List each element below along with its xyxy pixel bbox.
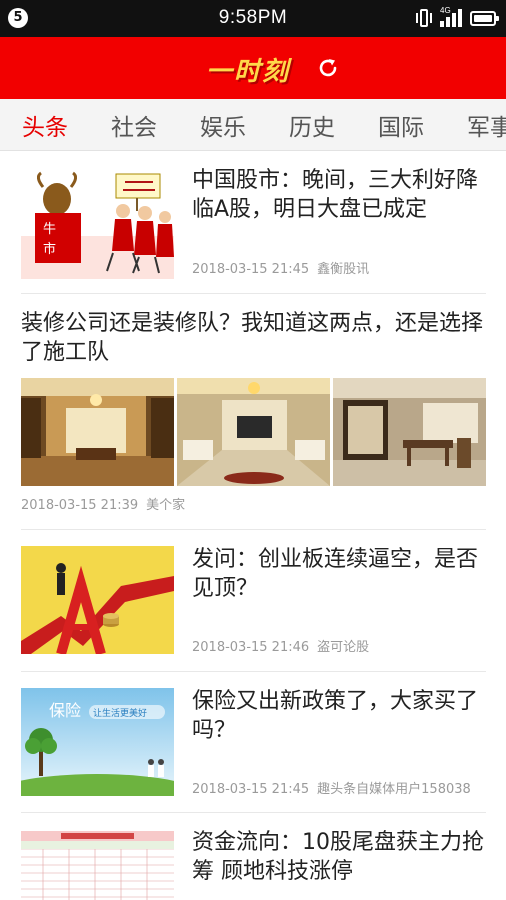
news-item[interactable]: 装修公司还是装修队？我知道这两点，还是选择了施工队 2018-03-15 21:… [21, 294, 486, 530]
app-logo: 一时刻 [206, 57, 291, 87]
tab-international[interactable]: 国际 [378, 108, 424, 142]
tab-history[interactable]: 历史 [289, 108, 335, 142]
status-bar: 5 9:58PM 4G [0, 0, 506, 37]
news-title[interactable]: 资金流向：10股尾盘获主力抢筹 顾地科技涨停 [192, 828, 486, 886]
refresh-icon[interactable] [316, 56, 340, 80]
news-meta: 2018-03-15 21:45 鑫衡股讯 [192, 258, 369, 277]
tab-entertainment[interactable]: 娱乐 [200, 108, 246, 142]
news-time: 2018-03-15 21:45 [192, 782, 310, 797]
news-title[interactable]: 装修公司还是装修队？我知道这两点，还是选择了施工队 [21, 309, 486, 367]
signal-icon: 4G [440, 6, 462, 27]
app-header: 一时刻 [0, 37, 506, 99]
status-icons: 4G [416, 6, 499, 28]
news-item[interactable]: 资金流向：10股尾盘获主力抢筹 顾地科技涨停 [21, 813, 486, 900]
news-item[interactable]: 牛 市 中国股市：晚间，三大利好降临A股，明日大盘已成定 2018-03-15 … [21, 151, 486, 294]
news-source: 盗可论股 [317, 640, 370, 655]
thumbnail-stock-chart [21, 546, 174, 654]
insurance-title-text: 保险 [49, 701, 81, 720]
tab-military[interactable]: 军事 [467, 108, 506, 142]
news-source: 鑫衡股讯 [317, 262, 370, 277]
interior-photo [21, 378, 174, 486]
news-item[interactable]: 发问：创业板连续逼空，是否见顶？ 2018-03-15 21:46 盗可论股 [21, 530, 486, 672]
vibrate-icon [416, 8, 432, 28]
network-type-label: 4G [440, 6, 451, 15]
news-meta: 2018-03-15 21:39 美个家 [21, 494, 185, 513]
tab-society[interactable]: 社会 [111, 108, 157, 142]
news-source: 美个家 [146, 498, 186, 513]
category-tabs: 头条 社会 娱乐 历史 国际 军事 [0, 99, 506, 151]
news-meta: 2018-03-15 21:46 盗可论股 [192, 636, 369, 655]
news-time: 2018-03-15 21:39 [21, 498, 139, 513]
news-title[interactable]: 发问：创业板连续逼空，是否见顶？ [192, 545, 486, 603]
news-meta: 2018-03-15 21:45 趣头条自媒体用户158038 [192, 778, 471, 797]
news-time: 2018-03-15 21:46 [192, 640, 310, 655]
thumbnail-data-table [21, 831, 174, 900]
thumbnail-insurance: 保险 让生活更美好 [21, 688, 174, 796]
news-title[interactable]: 保险又出新政策了，大家买了吗？ [192, 687, 486, 745]
news-item[interactable]: 保险 让生活更美好 保险又出新政策了，大家买了吗？ 2018-03-15 21:… [21, 672, 486, 813]
tab-headlines[interactable]: 头条 [22, 108, 68, 142]
news-source: 趣头条自媒体用户158038 [317, 782, 471, 797]
insurance-slogan-text: 让生活更美好 [93, 707, 147, 719]
bull-text-1: 牛 [43, 222, 56, 237]
news-time: 2018-03-15 21:45 [192, 262, 310, 277]
interior-photo [177, 378, 330, 486]
interior-photo [333, 378, 486, 486]
bull-text-2: 市 [43, 241, 56, 257]
thumbnail-gallery [21, 378, 486, 486]
news-feed: 牛 市 中国股市：晚间，三大利好降临A股，明日大盘已成定 2018-03-15 … [0, 151, 506, 900]
battery-icon [470, 10, 499, 26]
thumbnail-bull-market: 牛 市 [21, 171, 174, 279]
news-title[interactable]: 中国股市：晚间，三大利好降临A股，明日大盘已成定 [192, 166, 486, 224]
